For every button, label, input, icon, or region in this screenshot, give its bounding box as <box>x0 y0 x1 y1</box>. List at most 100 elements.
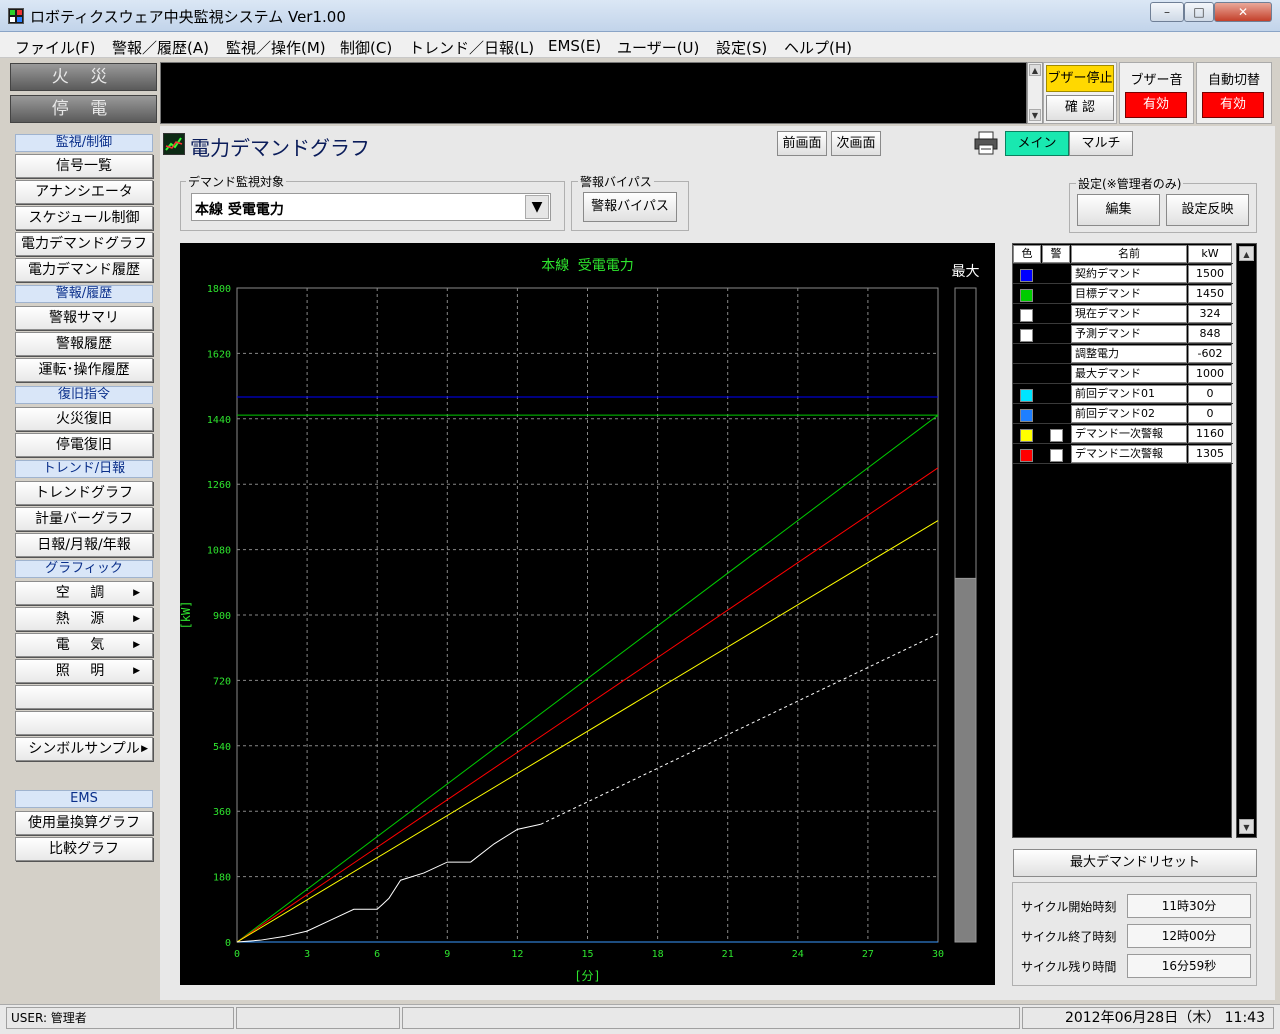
color-swatch-icon[interactable] <box>1020 389 1033 402</box>
legend-row-kw: 324 <box>1188 305 1232 323</box>
menu-user[interactable]: ユーザー(U) <box>617 37 699 58</box>
x-tick-label: 27 <box>862 949 874 960</box>
sidebar-item-power-restore[interactable]: 停電復旧 <box>15 433 153 457</box>
sidebar-item-trend-graph[interactable]: トレンドグラフ <box>15 481 153 505</box>
sidebar-item-alarm-summary[interactable]: 警報サマリ <box>15 306 153 330</box>
color-swatch-icon[interactable] <box>1020 449 1033 462</box>
legend-row[interactable]: 契約デマンド 1500 <box>1013 264 1233 284</box>
color-swatch-icon[interactable] <box>1020 329 1033 342</box>
status-user: USER: 管理者 <box>6 1007 234 1029</box>
scroll-down-icon[interactable]: ▼ <box>1239 819 1254 834</box>
legend-row[interactable]: 予測デマンド 848 <box>1013 324 1233 344</box>
sidebar-head-monitor: 監視/制御 <box>15 134 153 152</box>
sidebar-item-compare-graph[interactable]: 比較グラフ <box>15 837 153 861</box>
sidebar-item-signal-list[interactable]: 信号一覧 <box>15 154 153 178</box>
menu-trend-report[interactable]: トレンド／日報(L) <box>409 37 534 58</box>
sidebar-item-hvac[interactable]: 空 調 ▶ <box>15 581 153 605</box>
x-tick-label: 24 <box>792 949 804 960</box>
menu-settings[interactable]: 設定(S) <box>716 37 767 58</box>
page-title: 電力デマンドグラフ <box>190 136 370 160</box>
printer-icon[interactable] <box>972 130 1000 156</box>
maximize-button[interactable]: □ <box>1184 2 1214 22</box>
sidebar-item-electric[interactable]: 電 気 ▶ <box>15 633 153 657</box>
menu-control[interactable]: 制御(C) <box>340 37 392 58</box>
legend-scrollbar[interactable]: ▲ ▼ <box>1236 243 1257 838</box>
auto-switch-toggle[interactable]: 有効 <box>1202 92 1264 118</box>
scroll-up-icon[interactable]: ▲ <box>1239 246 1254 261</box>
graph-icon <box>163 133 185 155</box>
sidebar-item-symbol-sample[interactable]: シンボルサンプル ▶ <box>15 737 153 761</box>
sidebar-item-empty-2[interactable] <box>15 711 153 735</box>
sidebar-item-demand-graph[interactable]: 電力デマンドグラフ <box>15 232 153 256</box>
menu-monitor-operate[interactable]: 監視／操作(M) <box>226 37 326 58</box>
color-swatch-icon[interactable] <box>1020 269 1033 282</box>
prev-screen-button[interactable]: 前画面 <box>777 131 827 156</box>
alarm-checkbox[interactable] <box>1050 429 1063 442</box>
sidebar-item-annunciator[interactable]: アナンシエータ <box>15 180 153 204</box>
y-tick-label: 720 <box>213 676 231 687</box>
menu-file[interactable]: ファイル(F) <box>15 37 95 58</box>
confirm-button[interactable]: 確 認 <box>1046 95 1114 121</box>
color-swatch-icon[interactable] <box>1020 429 1033 442</box>
legend-row-kw: 0 <box>1188 385 1232 403</box>
sidebar-item-meter-bar-graph[interactable]: 計量バーグラフ <box>15 507 153 531</box>
sidebar-item-heat-source[interactable]: 熱 源 ▶ <box>15 607 153 631</box>
sidebar-item-alarm-history[interactable]: 警報履歴 <box>15 332 153 356</box>
sidebar-item-demand-history[interactable]: 電力デマンド履歴 <box>15 258 153 282</box>
menu-alarm-history[interactable]: 警報／履歴(A) <box>112 37 209 58</box>
scroll-down-icon[interactable]: ▼ <box>1029 109 1041 121</box>
chevron-down-icon[interactable]: ▼ <box>525 195 549 219</box>
title-bar: ロボティクスウェア中央監視システム Ver1.00 – □ ✕ <box>0 0 1280 32</box>
sidebar-item-schedule[interactable]: スケジュール制御 <box>15 206 153 230</box>
sidebar-item-operation-history[interactable]: 運転･操作履歴 <box>15 358 153 382</box>
edit-button[interactable]: 編集 <box>1077 194 1160 226</box>
tab-main[interactable]: メイン <box>1005 131 1069 156</box>
legend-row[interactable]: デマンド一次警報 1160 <box>1013 424 1233 444</box>
target-select[interactable]: 本線 受電電力 ▼ <box>191 193 551 221</box>
menu-ems[interactable]: EMS(E) <box>548 37 601 55</box>
sidebar-item-fire-restore[interactable]: 火災復旧 <box>15 407 153 431</box>
menu-help[interactable]: ヘルプ(H) <box>784 37 852 58</box>
submenu-arrow-icon: ▶ <box>133 666 148 676</box>
buzzer-sound-toggle[interactable]: 有効 <box>1125 92 1187 118</box>
cycle-start-label: サイクル開始時刻 <box>1021 900 1117 914</box>
power-outage-indicator: 停 電 <box>10 95 157 123</box>
y-tick-label: 1440 <box>207 415 231 426</box>
legend-row[interactable]: デマンド二次警報 1305 <box>1013 444 1233 464</box>
sidebar-item-usage-conversion[interactable]: 使用量換算グラフ <box>15 811 153 835</box>
tab-multi[interactable]: マルチ <box>1069 131 1133 156</box>
legend-row[interactable]: 前回デマンド01 0 <box>1013 384 1233 404</box>
cycle-start-value: 11時30分 <box>1127 894 1251 918</box>
color-swatch-icon[interactable] <box>1020 309 1033 322</box>
max-label: 最大 <box>952 264 980 280</box>
buzzer-stop-button[interactable]: ブザー停止 <box>1046 65 1114 92</box>
sidebar-item-lighting[interactable]: 照 明 ▶ <box>15 659 153 683</box>
color-swatch-icon[interactable] <box>1020 289 1033 302</box>
color-swatch-icon[interactable] <box>1020 409 1033 422</box>
legend-row[interactable]: 現在デマンド 324 <box>1013 304 1233 324</box>
minimize-button[interactable]: – <box>1150 2 1184 22</box>
submenu-arrow-icon: ▶ <box>133 614 148 624</box>
apply-settings-button[interactable]: 設定反映 <box>1166 194 1249 226</box>
y-tick-label: 900 <box>213 611 231 622</box>
y-tick-label: 540 <box>213 742 231 753</box>
x-tick-label: 12 <box>511 949 523 960</box>
message-scrollbar[interactable]: ▲ ▼ <box>1027 62 1043 124</box>
x-tick-label: 3 <box>304 949 310 960</box>
next-screen-button[interactable]: 次画面 <box>831 131 881 156</box>
x-tick-label: 15 <box>581 949 593 960</box>
legend-row[interactable]: 前回デマンド02 0 <box>1013 404 1233 424</box>
sidebar-item-reports[interactable]: 日報/月報/年報 <box>15 533 153 557</box>
alarm-bypass-button[interactable]: 警報バイパス <box>583 192 677 222</box>
scroll-up-icon[interactable]: ▲ <box>1029 64 1041 76</box>
max-demand-reset-button[interactable]: 最大デマンドリセット <box>1013 849 1257 877</box>
legend-row[interactable]: 調整電力 -602 <box>1013 344 1233 364</box>
close-button[interactable]: ✕ <box>1214 2 1272 22</box>
legend-row[interactable]: 最大デマンド 1000 <box>1013 364 1233 384</box>
legend-row[interactable]: 目標デマンド 1450 <box>1013 284 1233 304</box>
status-empty-1 <box>236 1007 400 1029</box>
legend-row-kw: -602 <box>1188 345 1232 363</box>
sidebar-item-empty-1[interactable] <box>15 685 153 709</box>
alarm-checkbox[interactable] <box>1050 449 1063 462</box>
app-icon <box>8 8 24 24</box>
